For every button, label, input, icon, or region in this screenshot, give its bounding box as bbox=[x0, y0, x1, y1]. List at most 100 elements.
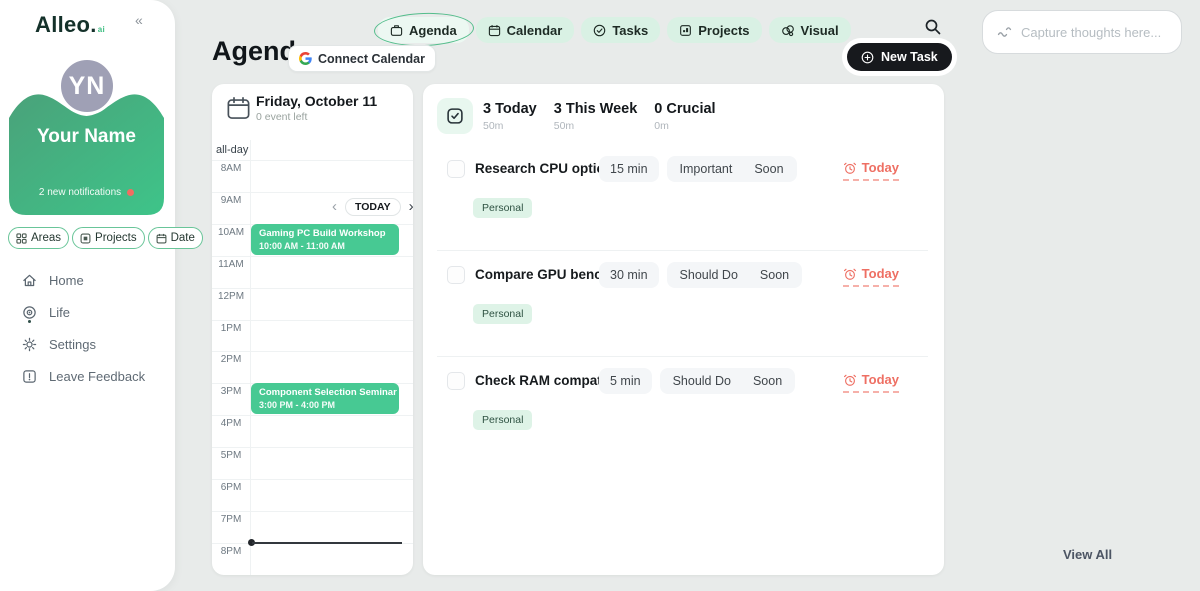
sidebar-item-label: Life bbox=[49, 305, 70, 320]
task-priority-chip[interactable]: Should Do bbox=[680, 268, 738, 282]
task-row: Check RAM compatibility 5 min Should Do … bbox=[423, 360, 944, 466]
stat-label: Crucial bbox=[666, 101, 715, 117]
stat-count: 3 bbox=[483, 101, 491, 117]
task-checkbox[interactable] bbox=[447, 372, 465, 390]
stat-label: Today bbox=[495, 101, 537, 117]
tab-label: Agenda bbox=[409, 23, 457, 38]
sidebar-item-life[interactable]: Life bbox=[22, 296, 162, 328]
check-square-icon bbox=[446, 107, 464, 125]
avatar[interactable]: YN bbox=[58, 57, 116, 115]
task-due-badge[interactable]: Today bbox=[843, 266, 899, 287]
tab-tasks[interactable]: Tasks bbox=[581, 17, 660, 43]
user-name: Your Name bbox=[9, 126, 164, 148]
new-task-button[interactable]: New Task bbox=[847, 43, 952, 71]
hour-label: 12PM bbox=[212, 291, 250, 302]
visual-bubbles-icon bbox=[781, 24, 795, 37]
calendar-icon bbox=[225, 95, 252, 122]
connect-calendar-button[interactable]: Connect Calendar bbox=[288, 45, 436, 72]
task-row: Research CPU options 15 min Important So… bbox=[423, 148, 944, 254]
all-day-label: all-day bbox=[216, 144, 248, 156]
view-all-link[interactable]: View All bbox=[1063, 547, 1112, 562]
task-tag-personal[interactable]: Personal bbox=[473, 410, 532, 430]
hour-row[interactable]: 8AM bbox=[212, 160, 413, 192]
calendar-icon bbox=[488, 24, 501, 37]
tab-calendar[interactable]: Calendar bbox=[476, 17, 575, 43]
sidebar-filters: Areas Projects Date bbox=[8, 227, 168, 249]
event-time: 10:00 AM - 11:00 AM bbox=[259, 241, 391, 251]
search-button[interactable] bbox=[924, 18, 944, 38]
connect-calendar-label: Connect Calendar bbox=[318, 52, 425, 66]
hour-row[interactable]: 8PM bbox=[212, 543, 413, 575]
filter-date-button[interactable]: Date bbox=[148, 227, 203, 249]
task-due-badge[interactable]: Today bbox=[843, 372, 899, 393]
alarm-clock-icon bbox=[843, 373, 857, 387]
hour-row[interactable]: 7PM bbox=[212, 511, 413, 543]
task-priority-group: Should Do Soon bbox=[660, 368, 796, 394]
hour-row[interactable]: 12PM bbox=[212, 288, 413, 320]
logo-text: Alleo. bbox=[35, 12, 97, 37]
capture-thoughts-input[interactable] bbox=[982, 10, 1182, 54]
hour-label: 4PM bbox=[212, 418, 250, 429]
plus-circle-icon bbox=[861, 51, 874, 64]
sidebar-item-settings[interactable]: Settings bbox=[22, 328, 162, 360]
filter-areas-button[interactable]: Areas bbox=[8, 227, 69, 249]
stat-duration: 50m bbox=[554, 120, 638, 132]
alarm-clock-icon bbox=[843, 161, 857, 175]
main-nav-tabs: Agenda Calendar Tasks Projects Visual bbox=[378, 17, 851, 43]
hour-row[interactable]: 9AM bbox=[212, 192, 413, 224]
filter-projects-button[interactable]: Projects bbox=[72, 227, 145, 249]
hour-label: 8PM bbox=[212, 546, 250, 557]
tasks-check-icon bbox=[593, 24, 606, 37]
task-duration-chip[interactable]: 15 min bbox=[599, 156, 659, 182]
hour-row[interactable]: 4PM bbox=[212, 415, 413, 447]
sidebar-item-home[interactable]: Home bbox=[22, 264, 162, 296]
feedback-icon bbox=[22, 369, 37, 384]
hour-label: 5PM bbox=[212, 450, 250, 461]
hour-row[interactable]: 11AM bbox=[212, 256, 413, 288]
task-urgency-chip[interactable]: Soon bbox=[754, 162, 783, 176]
task-tag-personal[interactable]: Personal bbox=[473, 198, 532, 218]
calendar-event[interactable]: Gaming PC Build Workshop 10:00 AM - 11:0… bbox=[251, 224, 399, 255]
sidebar-item-leave-feedback[interactable]: Leave Feedback bbox=[22, 360, 162, 392]
notifications-link[interactable]: 2 new notifications bbox=[9, 187, 164, 198]
tab-agenda[interactable]: Agenda bbox=[378, 17, 469, 43]
task-checkbox[interactable] bbox=[447, 160, 465, 178]
stat-count: 3 bbox=[554, 101, 562, 117]
task-duration-chip[interactable]: 30 min bbox=[599, 262, 659, 288]
agenda-icon bbox=[390, 24, 403, 37]
task-due-badge[interactable]: Today bbox=[843, 160, 899, 181]
projects-icon bbox=[679, 24, 692, 37]
areas-grid-icon bbox=[16, 233, 27, 244]
tasks-panel: 3 Today 50m 3 This Week 50m 0 Crucial 0m… bbox=[423, 84, 944, 575]
sidebar-item-label: Leave Feedback bbox=[49, 369, 145, 384]
alarm-clock-icon bbox=[843, 267, 857, 281]
task-tag-personal[interactable]: Personal bbox=[473, 304, 532, 324]
hour-row[interactable]: 2PM bbox=[212, 351, 413, 383]
stat-this-week: 3 This Week 50m bbox=[554, 101, 638, 132]
task-urgency-chip[interactable]: Soon bbox=[753, 374, 782, 388]
gear-icon bbox=[22, 337, 37, 352]
collapse-sidebar-icon[interactable]: « bbox=[135, 12, 143, 28]
hour-label: 8AM bbox=[212, 163, 250, 174]
logo-suffix: ai bbox=[98, 25, 105, 34]
event-title: Gaming PC Build Workshop bbox=[259, 228, 391, 239]
hour-row[interactable]: 1PM bbox=[212, 320, 413, 352]
tab-label: Calendar bbox=[507, 23, 563, 38]
task-duration-chip[interactable]: 5 min bbox=[599, 368, 652, 394]
stat-count: 0 bbox=[654, 101, 662, 117]
task-priority-chip[interactable]: Important bbox=[680, 162, 733, 176]
tab-visual[interactable]: Visual bbox=[769, 17, 851, 43]
hour-label: 1PM bbox=[212, 323, 250, 334]
filter-label: Projects bbox=[95, 232, 137, 244]
tab-projects[interactable]: Projects bbox=[667, 17, 761, 43]
life-indicator-dot bbox=[28, 320, 31, 323]
task-priority-chip[interactable]: Should Do bbox=[673, 374, 731, 388]
hour-row[interactable]: 6PM bbox=[212, 479, 413, 511]
task-urgency-chip[interactable]: Soon bbox=[760, 268, 789, 282]
scribble-icon bbox=[997, 25, 1012, 38]
hour-row[interactable]: 5PM bbox=[212, 447, 413, 479]
tab-label: Tasks bbox=[612, 23, 648, 38]
task-checkbox[interactable] bbox=[447, 266, 465, 284]
all-day-row[interactable]: all-day bbox=[212, 140, 413, 160]
calendar-event[interactable]: Component Selection Seminar 3:00 PM - 4:… bbox=[251, 383, 399, 414]
